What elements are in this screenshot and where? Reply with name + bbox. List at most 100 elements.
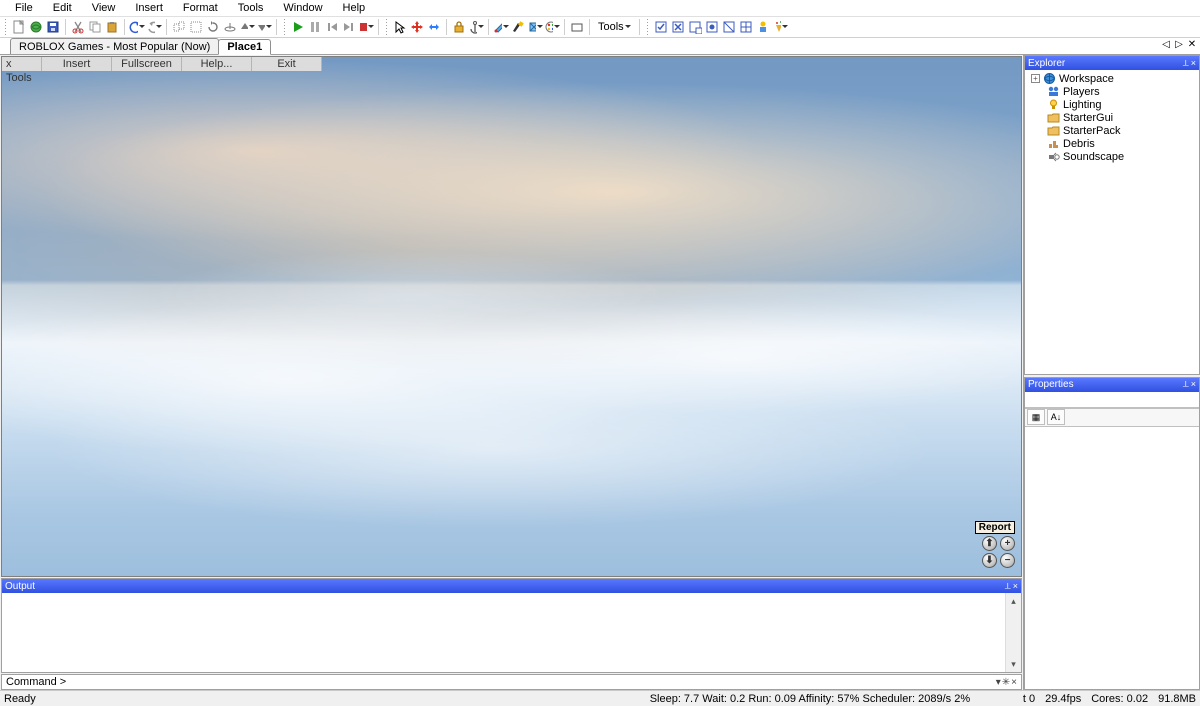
- stop-icon[interactable]: [358, 19, 374, 35]
- toolbar-row: Tools: [0, 17, 1200, 38]
- menu-view[interactable]: View: [82, 1, 126, 15]
- paint-icon[interactable]: [493, 19, 509, 35]
- toolbar-grip-icon[interactable]: [385, 18, 389, 36]
- test-icon-3[interactable]: [687, 19, 703, 35]
- command-close-icon[interactable]: ×: [1011, 677, 1017, 688]
- output-body[interactable]: ▴ ▾: [2, 593, 1021, 672]
- anchor-icon[interactable]: [468, 19, 484, 35]
- node-debris[interactable]: Debris: [1063, 138, 1095, 150]
- test-icon-6[interactable]: [738, 19, 754, 35]
- categorized-icon[interactable]: ▦: [1027, 409, 1045, 425]
- view-menu-insert[interactable]: Insert: [42, 57, 112, 71]
- properties-body[interactable]: [1025, 427, 1199, 689]
- stop-prev-icon[interactable]: [324, 19, 340, 35]
- camera-down-icon[interactable]: ⬇: [982, 553, 997, 568]
- view-menu-help[interactable]: Help...: [182, 57, 252, 71]
- report-button[interactable]: Report: [975, 521, 1015, 534]
- explorer-title: Explorer: [1028, 58, 1065, 69]
- viewport-3d[interactable]: x Tools Insert Fullscreen Help... Exit R…: [1, 56, 1022, 577]
- command-dropdown-icon[interactable]: ▾: [996, 677, 1001, 688]
- lock-icon[interactable]: [451, 19, 467, 35]
- test-icon-4[interactable]: [704, 19, 720, 35]
- tab-place1[interactable]: Place1: [218, 39, 271, 55]
- menu-help[interactable]: Help: [333, 1, 376, 15]
- menu-file[interactable]: File: [5, 1, 43, 15]
- paste-icon[interactable]: [104, 19, 120, 35]
- stop-next-icon[interactable]: [341, 19, 357, 35]
- node-starterpack[interactable]: StarterPack: [1063, 125, 1120, 137]
- play-icon[interactable]: [290, 19, 306, 35]
- output-close-icon[interactable]: ×: [1013, 581, 1018, 592]
- color-icon[interactable]: [544, 19, 560, 35]
- menu-format[interactable]: Format: [173, 1, 228, 15]
- menu-edit[interactable]: Edit: [43, 1, 82, 15]
- new-file-icon[interactable]: [11, 19, 27, 35]
- pause-icon[interactable]: [307, 19, 323, 35]
- tilt-icon[interactable]: [222, 19, 238, 35]
- toolbar-grip-icon[interactable]: [646, 18, 650, 36]
- menu-window[interactable]: Window: [273, 1, 332, 15]
- tab-next-icon[interactable]: ▷: [1173, 39, 1185, 50]
- scroll-up-icon[interactable]: ▴: [1006, 593, 1021, 609]
- test-icon-2[interactable]: [670, 19, 686, 35]
- node-players[interactable]: Players: [1063, 86, 1100, 98]
- camera-up-icon[interactable]: ⬆: [982, 536, 997, 551]
- sort-alpha-icon[interactable]: A↓: [1047, 409, 1065, 425]
- material-icon[interactable]: [510, 19, 526, 35]
- properties-pin-icon[interactable]: ⟂: [1183, 379, 1189, 390]
- node-workspace[interactable]: Workspace: [1059, 73, 1114, 85]
- scrollbar-vertical[interactable]: ▴ ▾: [1005, 593, 1021, 672]
- node-soundscape[interactable]: Soundscape: [1063, 151, 1124, 163]
- ungroup-icon[interactable]: [188, 19, 204, 35]
- command-prompt: Command >: [6, 676, 66, 688]
- copy-icon[interactable]: [87, 19, 103, 35]
- properties-close-icon[interactable]: ×: [1191, 379, 1196, 390]
- properties-title: Properties: [1028, 379, 1074, 390]
- undo-icon[interactable]: [129, 19, 145, 35]
- scroll-down-icon[interactable]: ▾: [1006, 656, 1021, 672]
- explorer-close-icon[interactable]: ×: [1191, 58, 1196, 69]
- zoom-in-icon[interactable]: +: [1000, 536, 1015, 551]
- toolbar-grip-icon[interactable]: [283, 18, 287, 36]
- zoom-out-icon[interactable]: −: [1000, 553, 1015, 568]
- resize-tool-icon[interactable]: [426, 19, 442, 35]
- player-icon[interactable]: [755, 19, 771, 35]
- output-pin-icon[interactable]: ⟂: [1005, 581, 1011, 592]
- move-tool-icon[interactable]: [409, 19, 425, 35]
- test-icon-1[interactable]: [653, 19, 669, 35]
- menu-tools[interactable]: Tools: [228, 1, 274, 15]
- properties-filter-input[interactable]: [1025, 392, 1199, 408]
- move-down-icon[interactable]: [256, 19, 272, 35]
- save-icon[interactable]: [45, 19, 61, 35]
- view-menu-tools[interactable]: x Tools: [2, 57, 42, 71]
- group-icon[interactable]: [171, 19, 187, 35]
- view-menu-exit[interactable]: Exit: [252, 57, 322, 71]
- command-bar[interactable]: Command > ▾ ✳ ×: [1, 674, 1022, 690]
- test-icon-5[interactable]: [721, 19, 737, 35]
- redo-icon[interactable]: [146, 19, 162, 35]
- open-globe-icon[interactable]: [28, 19, 44, 35]
- menu-insert[interactable]: Insert: [125, 1, 173, 15]
- node-lighting[interactable]: Lighting: [1063, 99, 1102, 111]
- explorer-tree[interactable]: + Workspace Players Lighting StarterGui: [1025, 70, 1199, 165]
- toolbar-grip-icon[interactable]: [4, 18, 8, 36]
- surface-icon[interactable]: [527, 19, 543, 35]
- explorer-pin-icon[interactable]: ⟂: [1183, 58, 1189, 69]
- tools-dropdown[interactable]: Tools: [594, 21, 635, 33]
- view-menu-fullscreen[interactable]: Fullscreen: [112, 57, 182, 71]
- part-icon[interactable]: [569, 19, 585, 35]
- rotate-icon[interactable]: [205, 19, 221, 35]
- document-tabs: ROBLOX Games - Most Popular (Now) Place1…: [0, 38, 1200, 55]
- tab-close-icon[interactable]: ✕: [1186, 39, 1198, 50]
- tab-prev-icon[interactable]: ◁: [1160, 39, 1172, 50]
- cut-icon[interactable]: [70, 19, 86, 35]
- status-bar: Ready Sleep: 7.7 Wait: 0.2 Run: 0.09 Aff…: [0, 690, 1200, 706]
- cursor-icon[interactable]: [392, 19, 408, 35]
- move-up-icon[interactable]: [239, 19, 255, 35]
- expander-icon[interactable]: +: [1031, 74, 1040, 83]
- tab-games[interactable]: ROBLOX Games - Most Popular (Now): [10, 38, 219, 54]
- node-startergui[interactable]: StarterGui: [1063, 112, 1113, 124]
- status-mem: 91.8MB: [1158, 693, 1196, 705]
- emitter-icon[interactable]: [772, 19, 788, 35]
- command-gear-icon[interactable]: ✳: [1002, 677, 1010, 688]
